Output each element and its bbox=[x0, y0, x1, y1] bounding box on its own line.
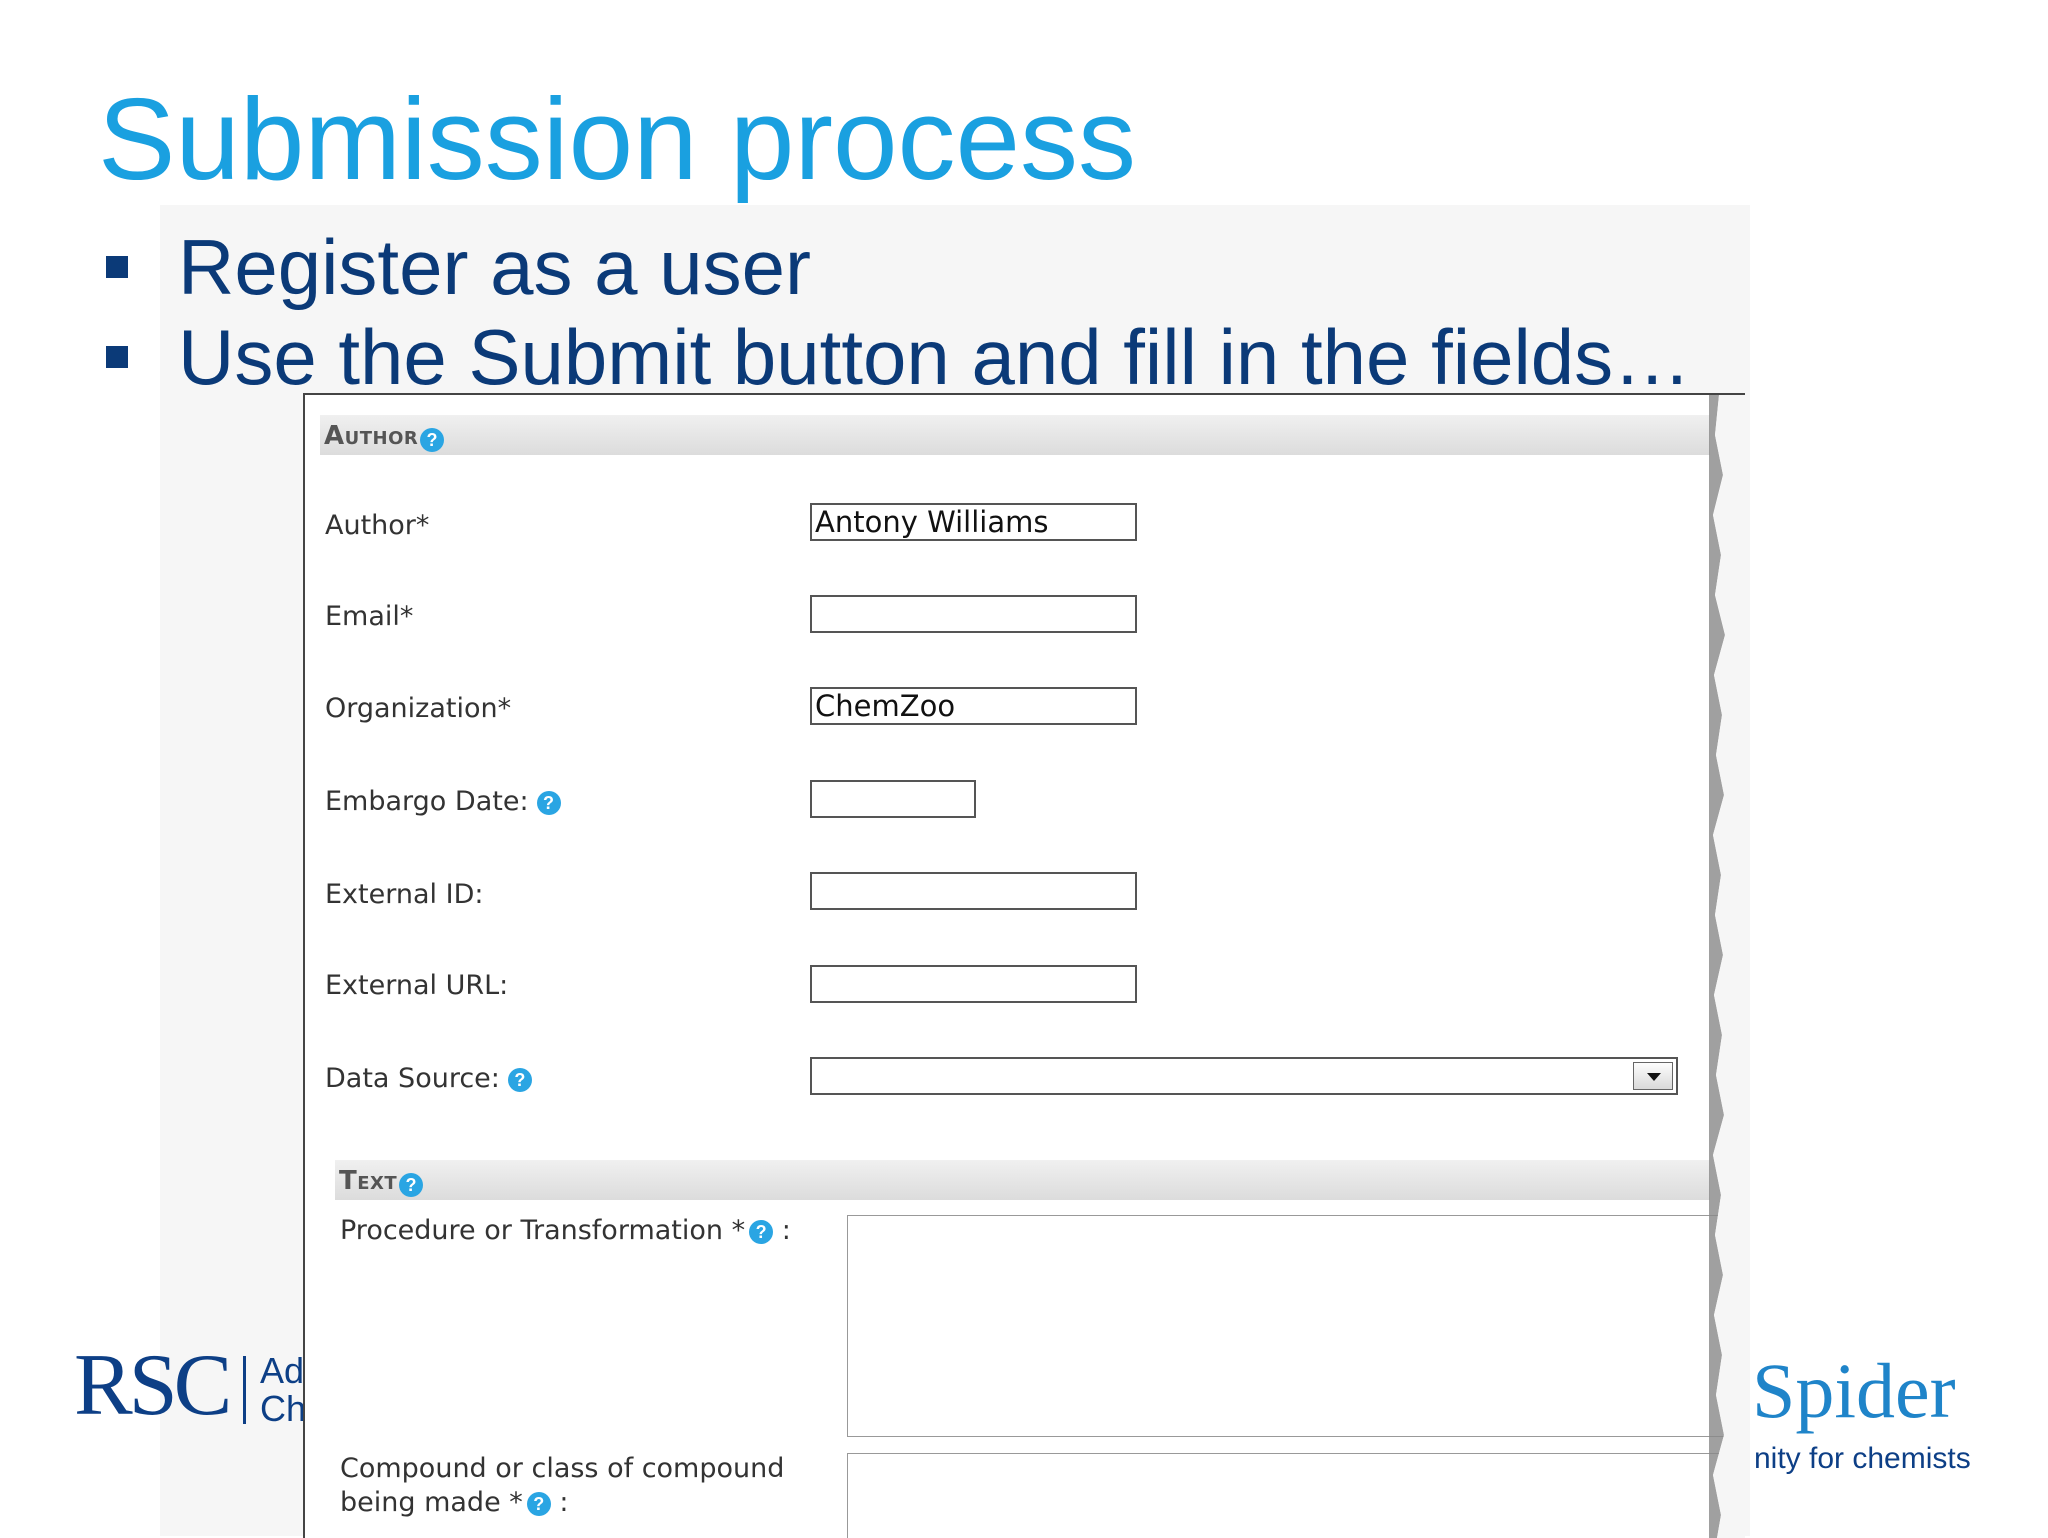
compound-label: Compound or class of compound being made… bbox=[340, 1453, 785, 1518]
text-section-title: Text? bbox=[339, 1166, 424, 1197]
dropdown-button[interactable] bbox=[1633, 1062, 1673, 1090]
form-screenshot: Author? Author* Antony Williams Email* O… bbox=[303, 393, 1745, 1538]
bullet-list: Register as a user Use the Submit button… bbox=[100, 222, 1691, 402]
external-id-input[interactable] bbox=[810, 872, 1137, 910]
external-id-label: External ID: bbox=[325, 879, 484, 910]
chemspider-tagline: nity for chemists bbox=[1754, 1442, 1971, 1475]
rsc-logo-subtext: Ad Ch bbox=[260, 1352, 306, 1428]
bullet-square-icon bbox=[106, 256, 128, 278]
email-input[interactable] bbox=[810, 595, 1137, 633]
author-label: Author* bbox=[325, 510, 430, 541]
bullet-item: Use the Submit button and fill in the fi… bbox=[100, 312, 1691, 402]
author-input[interactable]: Antony Williams bbox=[810, 503, 1137, 541]
organization-input[interactable]: ChemZoo bbox=[810, 687, 1137, 725]
text-section-header: Text? bbox=[335, 1160, 1710, 1200]
bullet-text: Register as a user bbox=[178, 223, 811, 311]
external-url-label: External URL: bbox=[325, 970, 509, 1001]
email-label: Email* bbox=[325, 601, 414, 632]
chemspider-logo-word: Spider bbox=[1752, 1347, 1956, 1434]
rsc-logo-sub-line: Ad bbox=[260, 1350, 305, 1391]
author-section-header: Author? bbox=[320, 415, 1710, 455]
rsc-logo-sub-line: Ch bbox=[260, 1388, 307, 1429]
bullet-square-icon bbox=[106, 346, 128, 368]
bullet-text: Use the Submit button and fill in the fi… bbox=[178, 313, 1692, 401]
torn-edge-shadow bbox=[1709, 395, 1745, 1538]
help-icon[interactable]: ? bbox=[507, 1067, 532, 1092]
procedure-textarea[interactable] bbox=[847, 1215, 1727, 1437]
help-icon[interactable]: ? bbox=[749, 1219, 774, 1244]
author-section-title: Author? bbox=[324, 421, 445, 452]
embargo-date-label: Embargo Date:? bbox=[325, 786, 561, 817]
help-icon[interactable]: ? bbox=[526, 1491, 551, 1516]
help-icon[interactable]: ? bbox=[420, 428, 445, 452]
help-icon[interactable]: ? bbox=[399, 1173, 424, 1197]
rsc-logo: RSC Ad Ch bbox=[74, 1342, 306, 1430]
procedure-label: Procedure or Transformation *? : bbox=[340, 1215, 791, 1246]
data-source-label: Data Source:? bbox=[325, 1063, 532, 1094]
organization-label: Organization* bbox=[325, 693, 512, 724]
help-icon[interactable]: ? bbox=[536, 790, 561, 815]
rsc-logo-text: RSC bbox=[74, 1337, 232, 1434]
chevron-down-icon bbox=[1647, 1073, 1661, 1081]
bullet-item: Register as a user bbox=[100, 222, 1691, 312]
compound-textarea[interactable] bbox=[847, 1453, 1727, 1538]
embargo-date-input[interactable] bbox=[810, 780, 976, 818]
external-url-input[interactable] bbox=[810, 965, 1137, 1003]
rsc-logo-divider bbox=[243, 1356, 246, 1424]
slide-title: Submission process bbox=[98, 74, 1136, 204]
data-source-select[interactable] bbox=[810, 1057, 1678, 1095]
